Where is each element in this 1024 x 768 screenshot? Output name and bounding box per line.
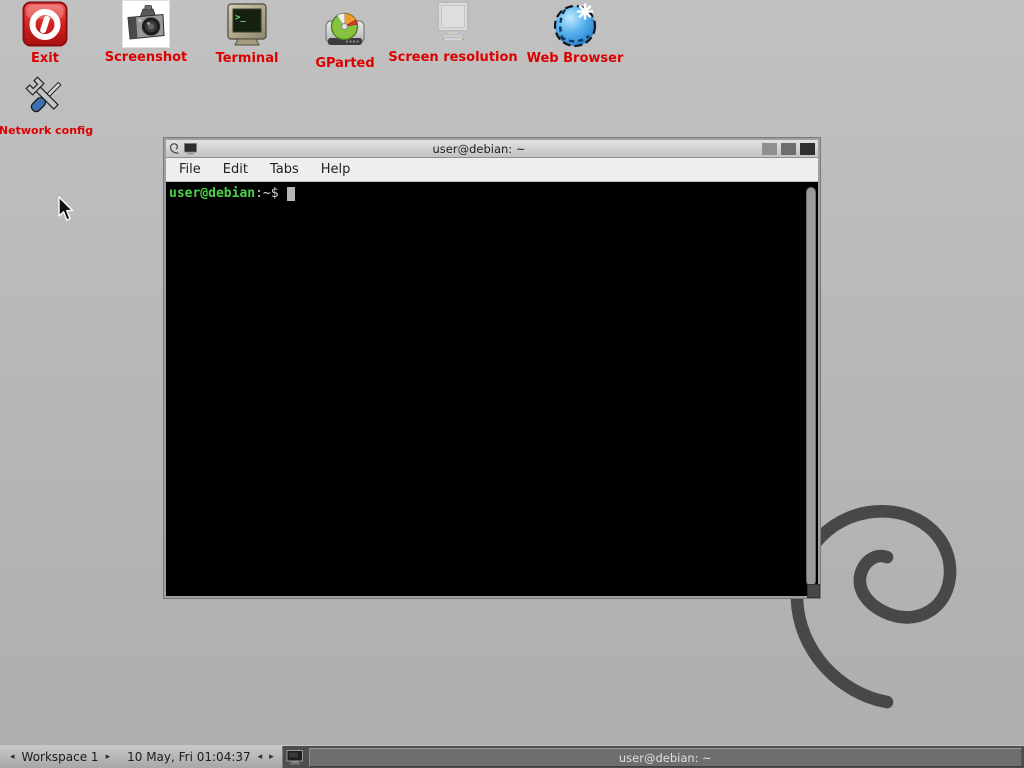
globe-icon [551,1,599,49]
prompt-user-host: user@debian [169,186,255,201]
desktop-icon-label: Network config [0,124,93,138]
scrollbar-thumb[interactable] [806,187,816,586]
minimize-button[interactable] [762,143,777,155]
taskbar: ◂ Workspace 1 ▸ 10 May, Fri 01:04:37 ◂ ▸… [0,745,1024,768]
desktop-icon-label: GParted [315,57,374,71]
disk-partition-icon [321,6,369,54]
clock-prev-icon[interactable]: ◂ [258,746,263,768]
desktop-icon-web-browser[interactable]: Web Browser [500,1,650,66]
terminal-window: user@debian: ~ File Edit Tabs Help user@… [164,138,820,598]
terminal-cursor [287,187,295,201]
monitor-icon [429,0,477,48]
task-button[interactable]: user@debian: ~ [309,748,1022,767]
menu-file[interactable]: File [168,159,212,180]
window-title: user@debian: ~ [200,142,758,156]
scrollbar[interactable] [806,187,816,586]
tools-icon [22,73,70,121]
show-desktop-icon[interactable] [283,746,307,768]
prompt-symbols: :~$ [255,186,278,201]
menubar: File Edit Tabs Help [166,158,818,182]
camera-icon [122,0,170,48]
desktop-icon-label: Web Browser [527,52,624,66]
titlebar[interactable]: user@debian: ~ [166,140,818,158]
desktop-icon-label: Screen resolution [388,51,517,65]
desktop-icon-network-config[interactable]: Network config [0,73,121,138]
close-button[interactable] [800,143,815,155]
workspace-switcher[interactable]: ◂ Workspace 1 ▸ 10 May, Fri 01:04:37 ◂ ▸ [0,746,283,768]
maximize-button[interactable] [781,143,796,155]
clock-next-icon[interactable]: ▸ [269,746,274,768]
prompt-line: user@debian:~$ [166,182,818,201]
svg-text:>_: >_ [235,13,246,23]
desktop-icon-label: Exit [31,52,59,66]
task-button-label: user@debian: ~ [619,751,712,765]
mouse-cursor [57,196,77,224]
workspace-label: Workspace 1 [22,750,99,764]
clock: 10 May, Fri 01:04:37 [127,750,251,764]
terminal-app-icon [184,143,197,155]
workspace-prev-icon[interactable]: ◂ [10,746,15,768]
resize-grip-icon[interactable] [807,584,820,598]
menu-edit[interactable]: Edit [212,159,259,180]
power-icon [21,1,69,49]
crt-terminal-icon: >_ [223,1,271,49]
menu-tabs[interactable]: Tabs [259,159,310,180]
workspace-next-icon[interactable]: ▸ [106,746,111,768]
desktop-icon-label: Terminal [216,52,279,66]
terminal-content[interactable]: user@debian:~$ [166,182,818,596]
menu-help[interactable]: Help [310,159,362,180]
debian-swirl-icon [169,142,181,155]
